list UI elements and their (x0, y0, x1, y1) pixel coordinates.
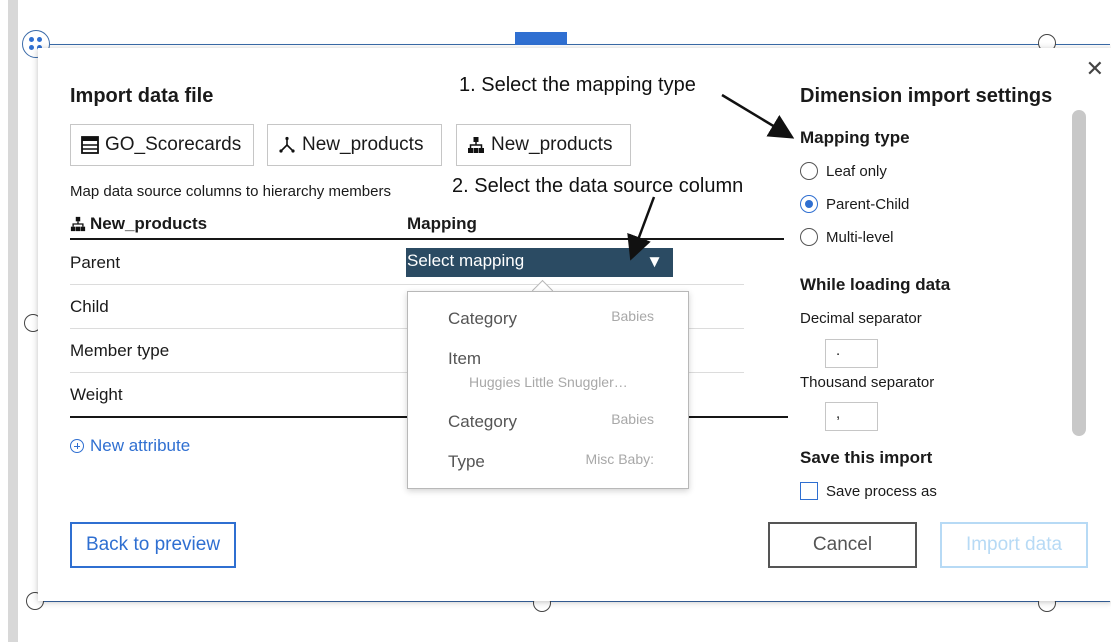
annotation-arrow-2 (627, 196, 656, 261)
annotation-arrow-1 (721, 93, 795, 139)
annotation-arrows (627, 93, 795, 261)
